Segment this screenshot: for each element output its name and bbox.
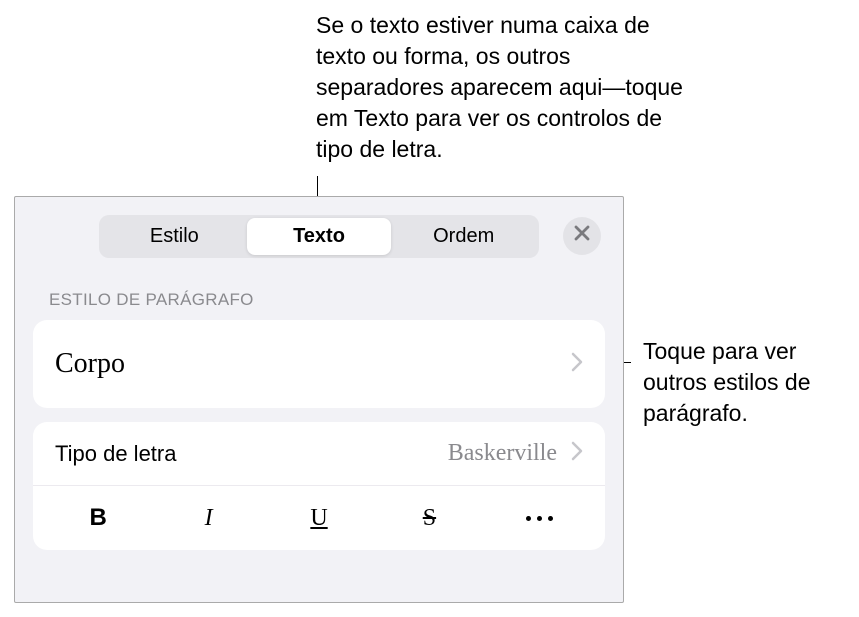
paragraph-style-card: Corpo: [33, 320, 605, 408]
tab-text[interactable]: Texto: [247, 218, 392, 255]
section-label-paragraph-style: ESTILO DE PARÁGRAFO: [15, 274, 623, 320]
text-style-row: B I U S: [33, 486, 605, 550]
paragraph-style-row[interactable]: Corpo: [33, 320, 605, 408]
font-label: Tipo de letra: [55, 441, 448, 467]
tabs-segmented-control: Estilo Texto Ordem: [99, 215, 539, 258]
chevron-right-icon: [571, 441, 583, 466]
ellipsis-icon: [537, 516, 542, 521]
more-options-button[interactable]: [485, 516, 595, 521]
tab-order[interactable]: Ordem: [391, 218, 536, 255]
ellipsis-icon: [526, 516, 531, 521]
font-card: Tipo de letra Baskerville B I U S: [33, 422, 605, 550]
paragraph-style-value: Corpo: [55, 348, 125, 380]
bold-button[interactable]: B: [43, 498, 153, 538]
close-button[interactable]: [563, 217, 601, 255]
ellipsis-icon: [548, 516, 553, 521]
tab-style[interactable]: Estilo: [102, 218, 247, 255]
callout-tabs: Se o texto estiver numa caixa de texto o…: [316, 10, 696, 165]
italic-button[interactable]: I: [153, 499, 263, 538]
close-icon: [574, 225, 590, 246]
font-value: Baskerville: [448, 440, 557, 467]
strikethrough-button[interactable]: S: [374, 499, 484, 538]
underline-button[interactable]: U: [264, 499, 374, 538]
panel-header: Estilo Texto Ordem: [15, 197, 623, 274]
font-row[interactable]: Tipo de letra Baskerville: [33, 422, 605, 486]
format-panel: Estilo Texto Ordem ESTILO DE PARÁGRAFO C…: [14, 196, 624, 603]
chevron-right-icon: [571, 352, 583, 377]
callout-paragraph-style: Toque para ver outros estilos de parágra…: [643, 336, 843, 429]
